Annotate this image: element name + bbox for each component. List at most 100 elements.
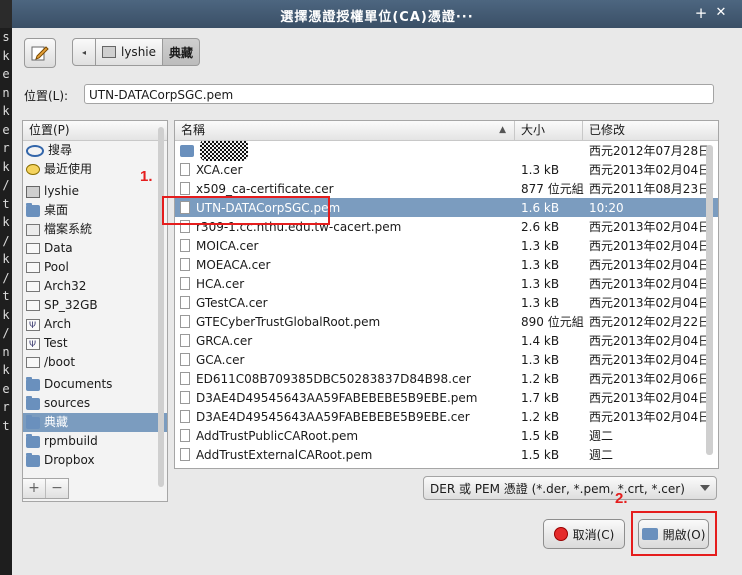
file-name-cell: D3AE4D49545643AA59FABEBEBE5B9EBE.pem xyxy=(175,391,515,405)
column-header-name[interactable]: 名稱 ▲ xyxy=(175,121,515,140)
folder-icon xyxy=(26,376,40,391)
places-item-label: 最近使用 xyxy=(44,162,93,176)
file-icon xyxy=(180,448,190,461)
file-modified: 西元2013年02月04日 xyxy=(589,277,711,291)
file-name: D3AE4D49545643AA59FABEBEBE5B9EBE.cer xyxy=(196,409,470,424)
terminal-char: / xyxy=(2,178,10,192)
terminal-char: / xyxy=(2,326,10,340)
places-item-label: 桌面 xyxy=(44,203,69,217)
places-header[interactable]: 位置(P) xyxy=(23,121,167,141)
breadcrumb-home-button[interactable]: lyshie xyxy=(96,38,164,66)
file-icon xyxy=(180,334,190,347)
file-row[interactable]: D3AE4D49545643AA59FABEBEBE5B9EBE.cer 1.2 … xyxy=(175,407,718,426)
location-input[interactable]: UTN-DATACorpSGC.pem xyxy=(84,84,714,104)
file-list-scrollbar[interactable] xyxy=(706,145,713,455)
add-icon[interactable]: + xyxy=(692,4,710,22)
remove-place-button[interactable]: − xyxy=(45,479,68,498)
file-row[interactable]: AddTrustExternalCARoot.pem 1.5 kB 週二 xyxy=(175,445,718,464)
places-item-label: /boot xyxy=(44,355,76,369)
file-icon xyxy=(180,277,190,290)
column-header-modified[interactable]: 已修改 xyxy=(583,121,718,140)
file-modified: 西元2013年02月04日 xyxy=(589,220,711,234)
file-row[interactable]: XCA.cer 1.3 kB 西元2013年02月04日 xyxy=(175,160,718,179)
folder-icon xyxy=(26,414,40,429)
drive-icon xyxy=(26,243,40,254)
file-name-cell: AddTrustExternalCARoot.pem xyxy=(175,448,515,462)
terminal-char: k xyxy=(2,48,10,63)
places-item[interactable]: Arch32 xyxy=(23,277,167,296)
file-size: 2.6 kB xyxy=(521,219,560,234)
places-item[interactable]: 桌面 xyxy=(23,201,167,220)
file-icon xyxy=(180,163,190,176)
places-item-label: Pool xyxy=(44,260,69,274)
terminal-char: k xyxy=(2,215,10,229)
file-modified: 西元2013年02月04日 xyxy=(589,258,711,272)
file-row[interactable]: ED611C08B709385DBC50283837D84B98.cer 1.2 … xyxy=(175,369,718,388)
file-size: 1.5 kB xyxy=(521,428,560,443)
file-name-cell: MOICA.cer xyxy=(175,239,515,253)
file-name: D3AE4D49545643AA59FABEBEBE5B9EBE.pem xyxy=(196,390,478,405)
places-item-label: sources xyxy=(44,396,91,410)
file-row[interactable]: MOEACA.cer 1.3 kB 西元2013年02月04日 xyxy=(175,255,718,274)
file-type-filter-label: DER 或 PEM 憑證 (*.der, *.pem, *.crt, *.cer… xyxy=(430,481,685,496)
file-row[interactable]: D3AE4D49545643AA59FABEBEBE5B9EBE.pem 1.7 … xyxy=(175,388,718,407)
usb-icon xyxy=(26,317,40,336)
file-row[interactable]: AddTrustPublicCARoot.pem 1.5 kB 週二 xyxy=(175,426,718,445)
file-row[interactable]: GCA.cer 1.3 kB 西元2013年02月04日 xyxy=(175,350,718,369)
places-item[interactable]: Arch xyxy=(23,315,167,336)
places-item[interactable]: /boot xyxy=(23,353,167,372)
terminal-char: r xyxy=(2,400,10,414)
breadcrumb-current-button[interactable]: 典藏 xyxy=(163,38,201,66)
terminal-char: k xyxy=(2,159,10,174)
places-item[interactable]: Documents xyxy=(23,375,167,394)
folder-icon xyxy=(26,395,40,410)
type-location-button[interactable] xyxy=(24,38,56,68)
places-item[interactable]: 檔案系統 xyxy=(23,220,167,239)
file-size: 1.3 kB xyxy=(521,352,560,367)
column-header-size[interactable]: 大小 xyxy=(515,121,583,140)
places-item-label: Test xyxy=(44,336,68,350)
file-name: AddTrustPublicCARoot.pem xyxy=(196,428,359,443)
cancel-button[interactable]: 取消(C) xyxy=(543,519,625,549)
add-place-button[interactable]: + xyxy=(23,479,45,498)
file-row[interactable]: GTestCA.cer 1.3 kB 西元2013年02月04日 xyxy=(175,293,718,312)
terminal-char: t xyxy=(2,418,10,433)
places-scrollbar[interactable] xyxy=(158,127,164,487)
places-item[interactable]: 搜尋 xyxy=(23,141,167,160)
file-row[interactable]: 西元2012年07月28日 xyxy=(175,140,718,161)
file-row[interactable]: HCA.cer 1.3 kB 西元2013年02月04日 xyxy=(175,274,718,293)
file-size: 1.2 kB xyxy=(521,409,560,424)
file-size: 1.3 kB xyxy=(521,295,560,310)
folder-icon xyxy=(26,202,40,217)
places-item[interactable]: sources xyxy=(23,394,167,413)
cancel-icon xyxy=(553,527,568,541)
terminal-char: k xyxy=(2,252,10,266)
window-title: 選擇憑證授權單位(CA)憑證··· xyxy=(280,10,474,25)
column-name-label: 名稱 xyxy=(181,123,206,137)
places-item[interactable]: Pool xyxy=(23,258,167,277)
file-row[interactable]: GRCA.cer 1.4 kB 西元2013年02月04日 xyxy=(175,331,718,350)
breadcrumb-back-button[interactable]: ◂ xyxy=(72,38,96,66)
file-name: GCA.cer xyxy=(196,352,245,367)
file-modified: 西元2013年02月04日 xyxy=(589,296,711,310)
file-row[interactable]: MOICA.cer 1.3 kB 西元2013年02月04日 xyxy=(175,236,718,255)
close-icon[interactable]: ✕ xyxy=(712,4,730,22)
file-size: 890 位元組 xyxy=(521,315,584,329)
annotation-box-selected-file xyxy=(162,196,330,225)
file-modified: 西元2013年02月04日 xyxy=(589,410,711,424)
file-icon xyxy=(180,315,190,328)
places-item[interactable]: Dropbox xyxy=(23,451,167,470)
places-item[interactable]: SP_32GB xyxy=(23,296,167,315)
file-size: 1.3 kB xyxy=(521,257,560,272)
file-name: HCA.cer xyxy=(196,276,245,291)
folder-icon xyxy=(26,452,40,467)
file-row[interactable]: GTECyberTrustGlobalRoot.pem 890 位元組 西元2012… xyxy=(175,312,718,331)
file-modified: 西元2013年02月04日 xyxy=(589,334,711,348)
places-item[interactable]: Test xyxy=(23,334,167,355)
places-item-label: Documents xyxy=(44,377,113,391)
places-item[interactable]: Data xyxy=(23,239,167,258)
cancel-button-label: 取消(C) xyxy=(572,527,615,542)
places-item[interactable]: 典藏 xyxy=(23,413,167,432)
places-item[interactable]: rpmbuild xyxy=(23,432,167,451)
file-type-filter-select[interactable]: DER 或 PEM 憑證 (*.der, *.pem, *.crt, *.cer… xyxy=(423,476,717,500)
